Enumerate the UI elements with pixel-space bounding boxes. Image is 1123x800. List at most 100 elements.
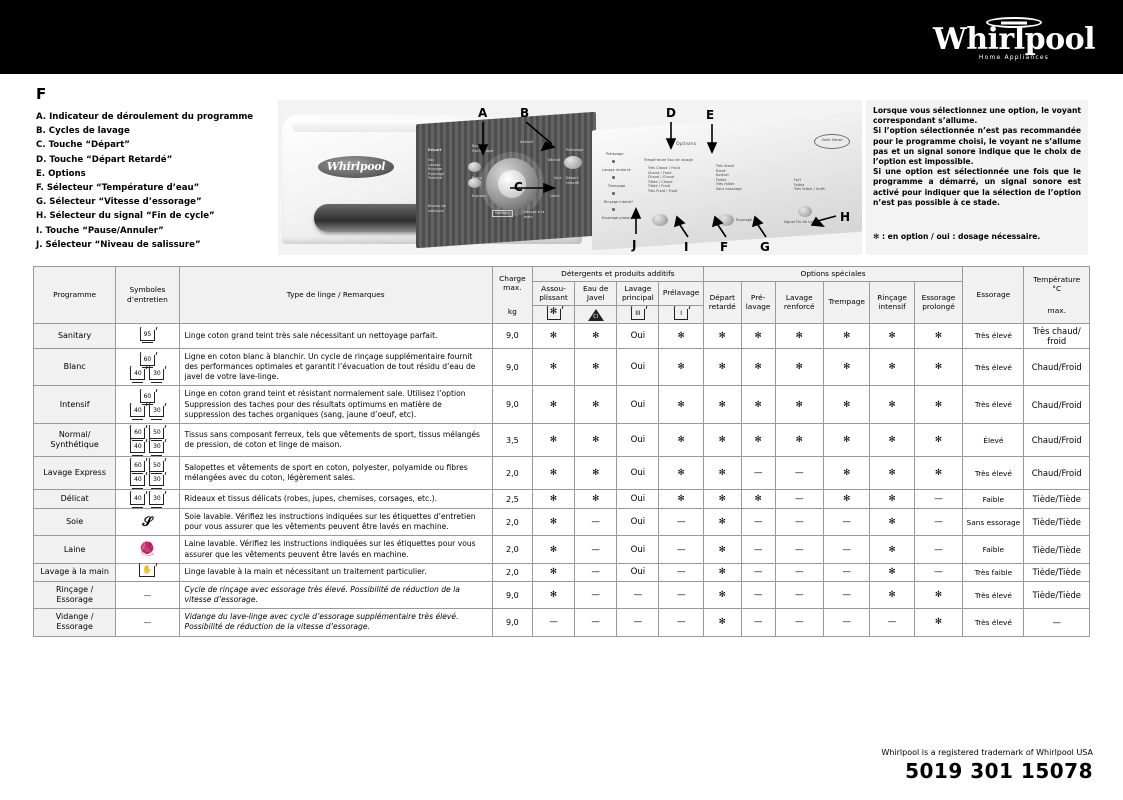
row-option-cell: —: [658, 580, 704, 610]
row-option-cell: Oui: [616, 385, 660, 424]
main-wash-tub-icon: III: [630, 309, 645, 321]
row-option-cell: ✻: [574, 322, 618, 349]
row-option-cell: —: [574, 535, 618, 564]
row-option-cell: —: [774, 507, 825, 537]
table-row: Lavage Express 60 50 40 30 Salopettes et vête…: [32, 456, 1090, 490]
row-option-cell: Oui: [616, 322, 660, 349]
whirlpool-swoosh-icon: [986, 17, 1042, 28]
legend-item-e: E. Options: [36, 168, 86, 179]
row-option-cell: —: [658, 562, 704, 582]
row-option-cell: ✻: [774, 347, 825, 387]
row-care-symbols: 95: [115, 322, 180, 349]
row-option-cell: ✻: [869, 489, 915, 509]
footer-code: 5019 301 15078: [905, 759, 1093, 783]
row-option-cell: —: [740, 608, 776, 637]
row-essorage: Faible: [962, 489, 1025, 509]
table-row: Vidange / Essorage — Vidange du lave-linge…: [32, 608, 1090, 637]
row-care-symbols: 🧶: [115, 535, 180, 564]
row-programme: Blanc: [32, 347, 117, 387]
row-temperature: Tiède/Tiède: [1023, 489, 1090, 509]
care-symbol-line: 60 50: [117, 459, 177, 474]
legend-item-h: H. Sélecteur du signal “Fin de cycle”: [36, 211, 215, 222]
table-row: Sanitary 95 Linge coton grand teint très s…: [32, 322, 1090, 349]
row-charge-max: 9,0: [491, 347, 533, 387]
row-option-cell: ✻: [702, 608, 742, 637]
row-charge-max: 2,5: [491, 489, 533, 509]
row-option-cell: ✻: [658, 423, 704, 457]
row-option-cell: —: [774, 562, 825, 582]
row-option-cell: ✻: [531, 347, 576, 387]
row-option-cell: —: [913, 562, 964, 582]
row-temperature: Très chaud/ froid: [1023, 322, 1090, 349]
row-care-symbols: —: [115, 608, 180, 637]
row-option-cell: ✻: [574, 347, 618, 387]
row-option-cell: ✻: [869, 322, 915, 349]
col-prelavage-detergent: Prélavage: [658, 280, 704, 306]
col-essorage: Essorage: [962, 266, 1025, 324]
table-body: Sanitary 95 Linge coton grand teint très s…: [32, 322, 1090, 637]
row-option-cell: ✻: [574, 489, 618, 509]
row-option-cell: ✻: [574, 456, 618, 490]
row-option-cell: ✻: [774, 423, 825, 457]
row-option-cell: ✻: [913, 322, 964, 349]
row-option-cell: ✻: [740, 385, 776, 424]
row-option-cell: —: [658, 507, 704, 537]
row-charge-max: 9,0: [491, 322, 533, 349]
row-essorage: Très élevé: [962, 347, 1025, 387]
temperature-unit: °C: [1052, 284, 1062, 294]
row-option-cell: ✻: [658, 385, 704, 424]
row-programme: Sanitary: [32, 322, 117, 349]
row-option-cell: ✻: [774, 322, 825, 349]
row-option-cell: ✻: [531, 456, 576, 490]
legend-item-i: I. Touche “Pause/Annuler”: [36, 225, 164, 236]
row-option-cell: —: [740, 562, 776, 582]
row-care-symbols: 60 40 30: [115, 347, 180, 387]
charge-unit-label: kg: [507, 306, 517, 316]
care-symbol: 30: [149, 493, 165, 508]
row-option-cell: —: [869, 608, 915, 637]
row-programme: Délicat: [32, 489, 117, 509]
row-description: Linge coton grand teint très sale nécess…: [178, 322, 493, 349]
row-option-cell: ✻: [774, 385, 825, 424]
row-option-cell: ✻: [823, 489, 871, 509]
legend-item-a: A. Indicateur de déroulement du programm…: [36, 112, 254, 122]
row-option-cell: ✻: [823, 347, 871, 387]
whirlpool-logo: Whirlpool Home Appliances: [933, 14, 1096, 61]
row-option-cell: —: [574, 580, 618, 610]
row-option-cell: ✻: [702, 322, 742, 349]
row-option-cell: Oui: [616, 562, 660, 582]
row-option-cell: —: [658, 535, 704, 564]
temperature-max: max.: [1047, 305, 1066, 315]
table-row: Rinçage / Essorage — Cycle de rinçage avec…: [32, 580, 1090, 610]
row-option-cell: ✻: [740, 489, 776, 509]
row-temperature: Tiède/Tiède: [1023, 562, 1090, 582]
row-description: Linge en coton grand teint et résistant …: [178, 385, 493, 424]
row-option-cell: ✻: [740, 347, 776, 387]
row-option-cell: Oui: [616, 535, 660, 564]
row-description: Tissus sans composant ferreux, tels que …: [178, 423, 493, 457]
care-symbol: 60: [139, 354, 155, 368]
row-essorage: Élevé: [962, 423, 1025, 457]
row-care-symbols: 40 30: [115, 489, 180, 509]
row-option-cell: Oui: [616, 456, 660, 490]
row-option-cell: ✻: [531, 580, 576, 610]
col-essorage-prolonge: Essorage prolongé: [913, 280, 964, 324]
row-option-cell: ✻: [913, 347, 964, 387]
row-temperature: Tiède/Tiède: [1023, 507, 1090, 537]
row-option-cell: ✻: [913, 423, 964, 457]
prewash-tub-icon: I: [674, 309, 689, 321]
row-option-cell: ✻: [531, 423, 576, 457]
row-temperature: Tiède/Tiède: [1023, 535, 1090, 564]
col-lavage-renforce: Lavage renforcé: [774, 280, 825, 324]
row-option-cell: ✻: [531, 535, 576, 564]
row-option-cell: —: [913, 535, 964, 564]
softener-icon: [546, 307, 561, 321]
row-option-cell: —: [823, 562, 871, 582]
table-header: Programme Symboles d’entretien Type de l…: [32, 266, 1090, 324]
col-temperature: Température °C max.: [1023, 266, 1090, 324]
row-option-cell: ✻: [531, 507, 576, 537]
col-trempage: Trempage: [823, 280, 871, 324]
row-programme: Normal/ Synthétique: [32, 423, 117, 457]
care-symbol: 40: [130, 493, 146, 508]
row-option-cell: —: [574, 608, 618, 637]
